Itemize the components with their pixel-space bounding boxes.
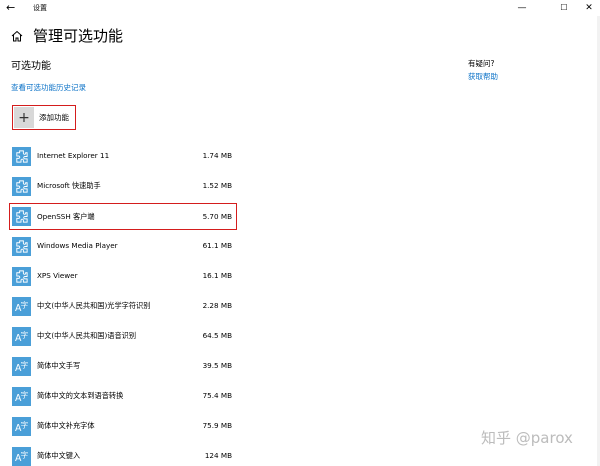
feature-name: 中文(中华人民共和国)语音识别 (37, 331, 137, 340)
svg-text:字: 字 (21, 389, 29, 399)
add-feature-label: 添加功能 (39, 112, 69, 122)
feature-row[interactable]: A 字简体中文键入 124 MB (12, 444, 236, 466)
feature-row[interactable]: A 字简体中文的文本到语音转换 75.4 MB (12, 384, 236, 408)
feature-name: 简体中文手写 (37, 361, 81, 370)
feature-size: 1.52 MB (202, 181, 232, 190)
feature-name: Windows Media Player (37, 241, 118, 250)
get-help-link[interactable]: 获取帮助 (468, 72, 498, 82)
page-title: 管理可选功能 (33, 27, 124, 45)
svg-text:字: 字 (21, 419, 29, 429)
puzzle-icon (12, 207, 31, 226)
feature-name: OpenSSH 客户端 (37, 211, 95, 221)
feature-name: XPS Viewer (37, 271, 78, 280)
add-feature-button[interactable]: + 添加功能 (12, 105, 76, 130)
feature-name: Internet Explorer 11 (37, 151, 110, 160)
language-icon: A字 (12, 416, 31, 436)
feature-size: 61.1 MB (202, 241, 232, 250)
feature-size: 2.28 MB (202, 301, 232, 310)
home-icon[interactable] (11, 30, 23, 42)
svg-text:字: 字 (21, 359, 29, 369)
feature-row[interactable]: Internet Explorer 11 1.74 MB (12, 144, 236, 168)
svg-text:字: 字 (21, 299, 29, 309)
feature-row[interactable]: OpenSSH 客户端 5.70 MB (9, 203, 237, 230)
close-button[interactable]: ✕ (578, 0, 600, 16)
feature-name: 简体中文键入 (37, 451, 81, 460)
puzzle-icon (12, 146, 31, 166)
feature-name: Microsoft 快速助手 (37, 181, 101, 190)
puzzle-icon (12, 236, 31, 256)
feature-row[interactable]: XPS Viewer 16.1 MB (12, 264, 236, 288)
feature-name: 简体中文的文本到语音转换 (37, 391, 124, 400)
puzzle-icon (12, 266, 31, 286)
maximize-button[interactable]: ☐ (553, 0, 575, 16)
feature-size: 75.9 MB (202, 421, 232, 430)
language-icon: A字 (12, 326, 31, 346)
feature-size: 64.5 MB (202, 331, 232, 340)
feature-size: 124 MB (204, 451, 232, 460)
title-bar: ← 设置 — ☐ ✕ (0, 0, 600, 16)
feature-row[interactable]: Microsoft 快速助手 1.52 MB (12, 174, 236, 198)
feature-row[interactable]: A 字简体中文手写 39.5 MB (12, 354, 236, 378)
language-icon: A字 (12, 356, 31, 376)
feature-size: 39.5 MB (202, 361, 232, 370)
feature-name: 简体中文补充字体 (37, 421, 95, 430)
feature-row[interactable]: A 字简体中文补充字体 75.9 MB (12, 414, 236, 438)
plus-icon: + (14, 107, 34, 128)
language-icon: A字 (12, 296, 31, 316)
feature-name: 中文(中华人民共和国)光学字符识别 (37, 301, 151, 310)
svg-text:字: 字 (21, 329, 29, 339)
back-arrow-icon[interactable]: ← (6, 0, 20, 16)
language-icon: A字 (12, 386, 31, 406)
feature-size: 1.74 MB (202, 151, 232, 160)
svg-text:字: 字 (21, 449, 29, 459)
section-heading: 可选功能 (11, 61, 51, 72)
feature-row[interactable]: A 字中文(中华人民共和国)光学字符识别 2.28 MB (12, 294, 236, 318)
feature-size: 5.70 MB (202, 211, 232, 221)
help-heading: 有疑问? (468, 59, 495, 68)
puzzle-icon (12, 176, 31, 196)
view-history-link[interactable]: 查看可选功能历史记录 (11, 83, 86, 93)
watermark: 知乎 @parox (481, 429, 573, 447)
minimize-button[interactable]: — (511, 0, 533, 16)
feature-size: 16.1 MB (202, 271, 232, 280)
feature-row[interactable]: A 字中文(中华人民共和国)语音识别 64.5 MB (12, 324, 236, 348)
language-icon: A字 (12, 446, 31, 466)
feature-size: 75.4 MB (202, 391, 232, 400)
window-title: 设置 (33, 4, 47, 12)
feature-row[interactable]: Windows Media Player 61.1 MB (12, 234, 236, 258)
